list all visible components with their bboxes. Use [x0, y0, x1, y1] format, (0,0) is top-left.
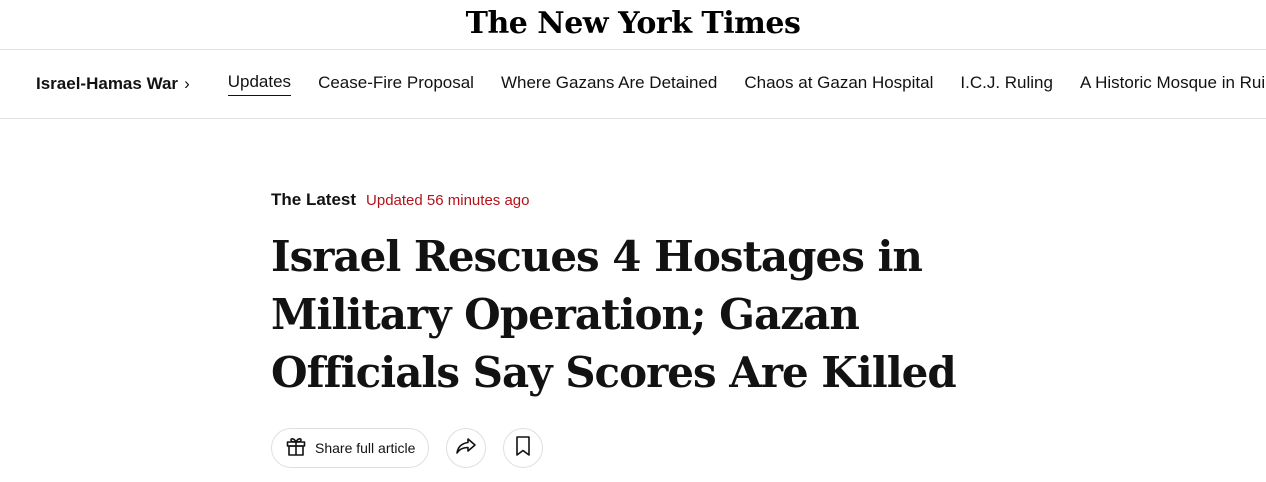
subnav-item-icj-ruling[interactable]: I.C.J. Ruling: [960, 73, 1053, 96]
subnav-item-chaos-at-gazan-hospital[interactable]: Chaos at Gazan Hospital: [744, 73, 933, 96]
masthead: The New York Times: [0, 0, 1266, 50]
headline: Israel Rescues 4 Hostages in Military Op…: [271, 232, 957, 397]
subnav-item-updates[interactable]: Updates: [227, 72, 292, 96]
subnav-item-cease-fire-proposal[interactable]: Cease-Fire Proposal: [318, 73, 474, 96]
section-link-israel-hamas-war[interactable]: Israel-Hamas War ›: [36, 74, 190, 94]
kicker-row: The Latest Updated 56 minutes ago: [271, 190, 1041, 220]
kicker[interactable]: The Latest: [271, 190, 356, 210]
share-full-article-button[interactable]: Share full article: [271, 428, 430, 468]
chevron-right-icon: ›: [184, 74, 190, 93]
section-label: Israel-Hamas War: [36, 74, 179, 93]
section-subnav: Israel-Hamas War › Updates Cease-Fire Pr…: [0, 50, 1266, 119]
share-tools: Share full article: [271, 428, 544, 468]
subnav-item-historic-mosque[interactable]: A Historic Mosque in Ruins: [1080, 73, 1266, 96]
subnav-items: Updates Cease-Fire Proposal Where Gazans…: [227, 72, 1266, 96]
bookmark-icon: [513, 434, 533, 463]
article-header: The Latest Updated 56 minutes ago Israel…: [271, 190, 1041, 402]
share-arrow-icon: [454, 434, 478, 463]
share-label: Share full article: [315, 440, 416, 456]
share-button[interactable]: [446, 428, 487, 468]
nyt-logo[interactable]: The New York Times: [466, 6, 801, 41]
save-bookmark-button[interactable]: [503, 428, 544, 468]
updated-timestamp: Updated 56 minutes ago: [366, 192, 530, 209]
gift-icon: [284, 434, 308, 463]
subnav-item-where-gazans-are-detained[interactable]: Where Gazans Are Detained: [501, 73, 717, 96]
